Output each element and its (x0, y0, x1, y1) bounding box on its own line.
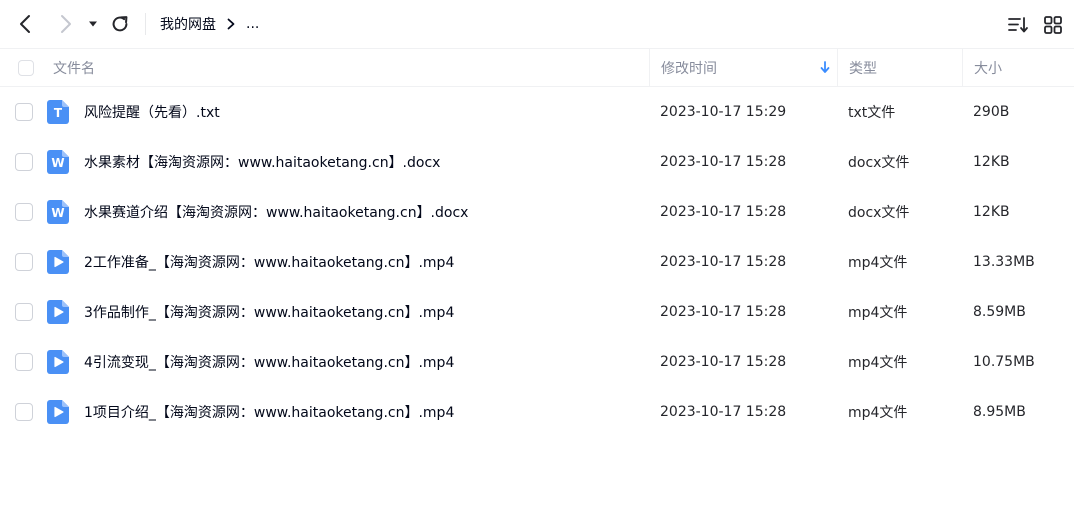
column-header-size[interactable]: 大小 (962, 49, 1074, 86)
file-size: 13.33MB (973, 254, 1035, 270)
file-size: 290B (973, 104, 1010, 120)
file-modified-time: 2023-10-17 15:28 (660, 404, 787, 420)
file-size: 10.75MB (973, 354, 1035, 370)
table-row[interactable]: W 水果赛道介绍【海淘资源网：www.haitaoketang.cn】.docx… (0, 187, 1074, 237)
column-header-size-label: 大小 (974, 60, 1002, 77)
select-all-cell (18, 49, 42, 86)
row-checkbox-cell (15, 137, 33, 187)
file-size: 8.59MB (973, 304, 1026, 320)
file-size: 12KB (973, 154, 1010, 170)
table-row[interactable]: 3作品制作_【海淘资源网：www.haitaoketang.cn】.mp4 20… (0, 287, 1074, 337)
svg-text:W: W (51, 206, 64, 220)
file-name[interactable]: 水果赛道介绍【海淘资源网：www.haitaoketang.cn】.docx (84, 187, 468, 237)
file-modified-time: 2023-10-17 15:28 (660, 254, 787, 270)
file-modified-time: 2023-10-17 15:28 (660, 304, 787, 320)
refresh-icon (112, 16, 128, 32)
breadcrumb-separator-icon (226, 18, 236, 30)
word-file-icon: W (47, 150, 69, 174)
row-checkbox-cell (15, 237, 33, 287)
video-file-icon (47, 350, 69, 374)
column-header-modified-label: 修改时间 (661, 60, 717, 77)
row-checkbox[interactable] (15, 153, 33, 171)
grid-icon (1044, 16, 1062, 34)
row-checkbox[interactable] (15, 403, 33, 421)
file-name[interactable]: 4引流变现_【海淘资源网：www.haitaoketang.cn】.mp4 (84, 337, 454, 387)
svg-text:T: T (54, 106, 63, 120)
refresh-button[interactable] (108, 12, 132, 36)
file-icon-cell (47, 387, 69, 437)
chevron-left-icon (20, 15, 30, 33)
file-icon-cell (47, 237, 69, 287)
file-type: mp4文件 (848, 355, 908, 371)
table-row[interactable]: 1项目介绍_【海淘资源网：www.haitaoketang.cn】.mp4 20… (0, 387, 1074, 437)
file-size: 8.95MB (973, 404, 1026, 420)
file-name[interactable]: 2工作准备_【海淘资源网：www.haitaoketang.cn】.mp4 (84, 237, 454, 287)
video-file-icon (47, 300, 69, 324)
back-button[interactable] (14, 12, 38, 36)
file-list-header: 文件名 修改时间 类型 大小 (0, 48, 1074, 87)
toolbar-divider (145, 13, 146, 35)
breadcrumb: 我的网盘 ... (160, 13, 259, 35)
file-size: 12KB (973, 204, 1010, 220)
column-header-name[interactable]: 文件名 (53, 49, 643, 86)
file-name[interactable]: 3作品制作_【海淘资源网：www.haitaoketang.cn】.mp4 (84, 287, 454, 337)
table-row[interactable]: T 风险提醒（先看）.txt 2023-10-17 15:29 txt文件 29… (0, 87, 1074, 137)
breadcrumb-root[interactable]: 我的网盘 (160, 14, 216, 34)
row-checkbox[interactable] (15, 353, 33, 371)
chevron-right-icon (61, 15, 71, 33)
file-modified-time: 2023-10-17 15:29 (660, 104, 787, 120)
table-row[interactable]: W 水果素材【海淘资源网：www.haitaoketang.cn】.docx 2… (0, 137, 1074, 187)
row-checkbox-cell (15, 187, 33, 237)
file-name[interactable]: 1项目介绍_【海淘资源网：www.haitaoketang.cn】.mp4 (84, 387, 454, 437)
table-row[interactable]: 2工作准备_【海淘资源网：www.haitaoketang.cn】.mp4 20… (0, 237, 1074, 287)
file-type: mp4文件 (848, 255, 908, 271)
video-file-icon (47, 400, 69, 424)
down-arrow-icon (820, 61, 830, 73)
table-row[interactable]: 4引流变现_【海淘资源网：www.haitaoketang.cn】.mp4 20… (0, 337, 1074, 387)
column-header-modified[interactable]: 修改时间 (649, 49, 838, 86)
word-file-icon: W (47, 200, 69, 224)
file-icon-cell (47, 337, 69, 387)
file-modified-time: 2023-10-17 15:28 (660, 354, 787, 370)
file-type: docx文件 (848, 155, 910, 171)
svg-text:W: W (51, 156, 64, 170)
row-checkbox-cell (15, 87, 33, 137)
file-type: txt文件 (848, 105, 896, 121)
row-checkbox[interactable] (15, 253, 33, 271)
history-dropdown-button[interactable] (82, 12, 104, 36)
row-checkbox[interactable] (15, 303, 33, 321)
file-icon-cell: T (47, 87, 69, 137)
file-name[interactable]: 水果素材【海淘资源网：www.haitaoketang.cn】.docx (84, 137, 440, 187)
caret-down-icon (89, 21, 97, 27)
file-name[interactable]: 风险提醒（先看）.txt (84, 87, 220, 137)
file-type: docx文件 (848, 205, 910, 221)
row-checkbox-cell (15, 287, 33, 337)
column-header-type-label: 类型 (849, 60, 877, 77)
column-header-name-label: 文件名 (53, 60, 95, 77)
txt-file-icon: T (47, 100, 69, 124)
sort-button[interactable] (1007, 14, 1029, 36)
video-file-icon (47, 250, 69, 274)
sort-list-icon (1008, 17, 1028, 33)
row-checkbox-cell (15, 337, 33, 387)
column-header-type[interactable]: 类型 (837, 49, 963, 86)
grid-view-button[interactable] (1042, 14, 1064, 36)
toolbar: 我的网盘 ... (0, 0, 1074, 48)
row-checkbox[interactable] (15, 103, 33, 121)
file-icon-cell: W (47, 137, 69, 187)
file-type: mp4文件 (848, 305, 908, 321)
file-modified-time: 2023-10-17 15:28 (660, 154, 787, 170)
forward-button[interactable] (53, 12, 77, 36)
row-checkbox-cell (15, 387, 33, 437)
file-type: mp4文件 (848, 405, 908, 421)
file-modified-time: 2023-10-17 15:28 (660, 204, 787, 220)
file-icon-cell: W (47, 187, 69, 237)
row-checkbox[interactable] (15, 203, 33, 221)
file-icon-cell (47, 287, 69, 337)
file-list: T 风险提醒（先看）.txt 2023-10-17 15:29 txt文件 29… (0, 87, 1074, 437)
breadcrumb-more[interactable]: ... (246, 16, 259, 32)
select-all-checkbox[interactable] (18, 59, 34, 76)
